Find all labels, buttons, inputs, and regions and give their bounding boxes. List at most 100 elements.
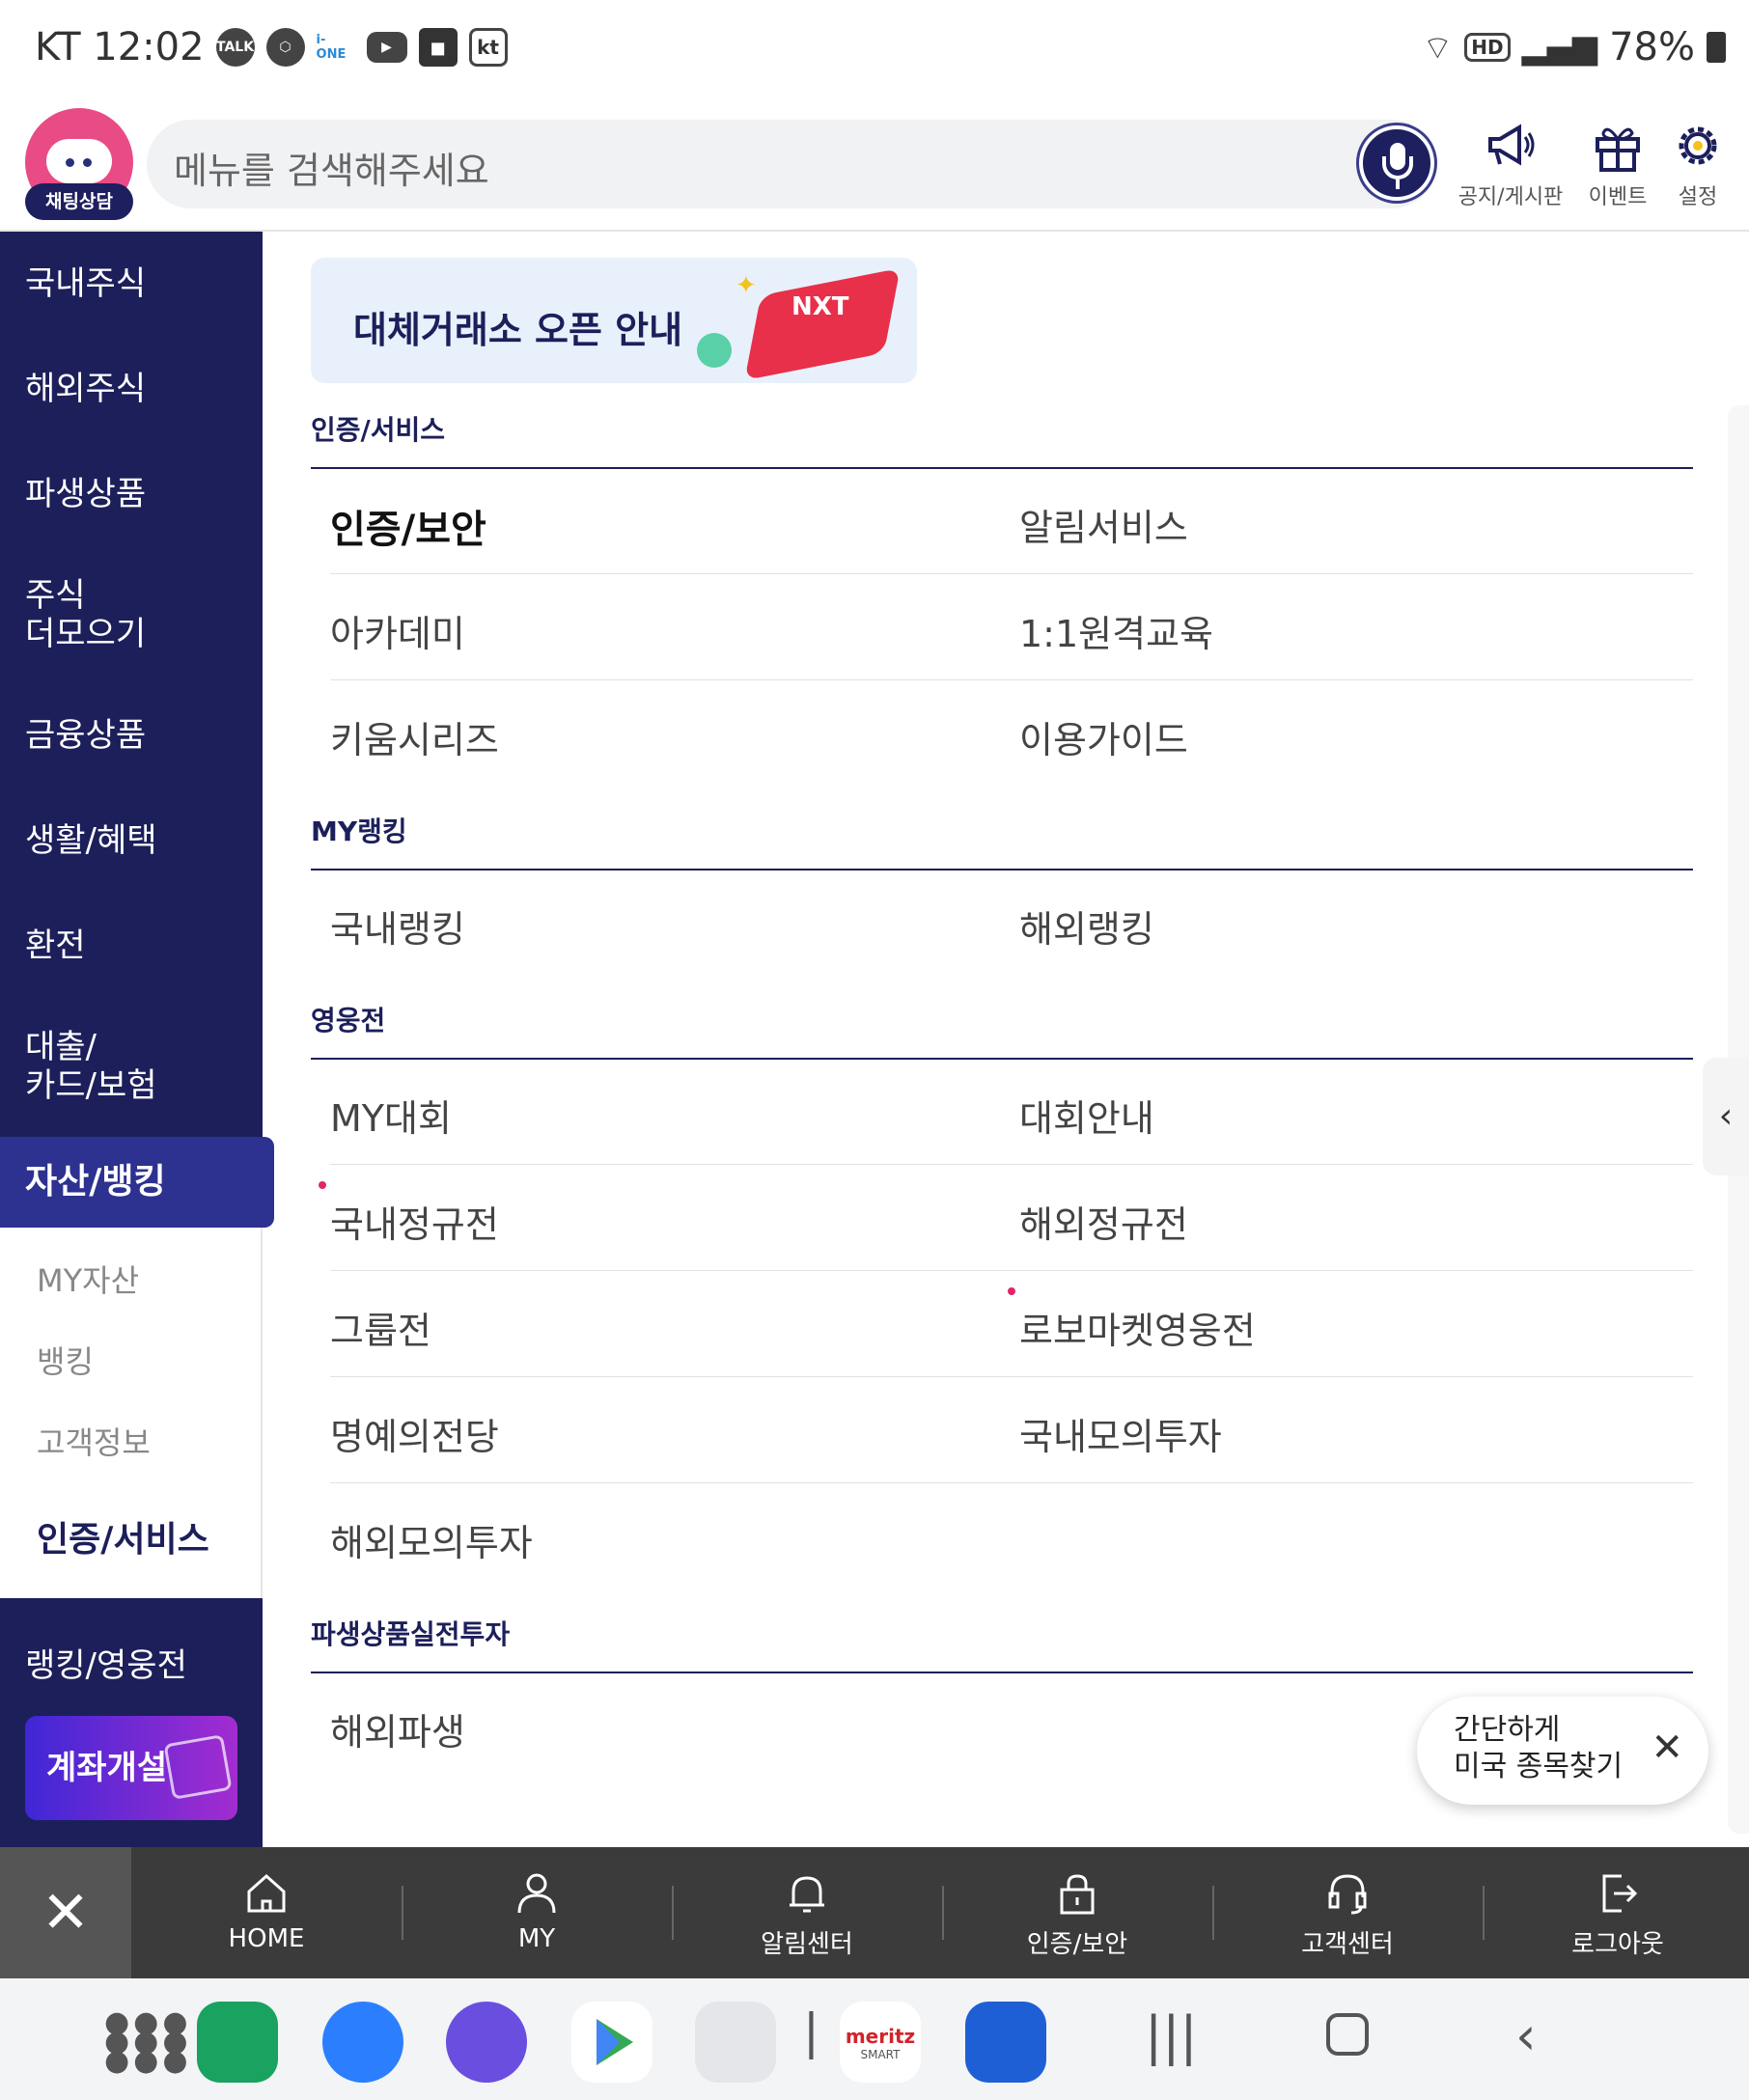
youtube-icon: ▶ <box>366 32 407 63</box>
megaphone-icon <box>1488 124 1535 166</box>
section-divider <box>311 1672 1693 1673</box>
sidebar-submenu: MY자산 뱅킹 고객정보 인증/서비스 <box>0 1228 263 1598</box>
nav-alert-center[interactable]: 알림센터 <box>672 1847 942 1978</box>
menu-kiwoom-series[interactable]: 키움시리즈 <box>330 710 499 763</box>
nav-auth-security[interactable]: 인증/보안 <box>942 1847 1212 1978</box>
menu-alert-service[interactable]: 알림서비스 <box>1019 498 1188 551</box>
nav-customer-label: 고객센터 <box>1301 1930 1394 1959</box>
status-bar: KT 12:02 TALK ⬡ i-ONE ▶ ◼ kt ⌔ HD ▂▄▆ 78… <box>0 0 1749 104</box>
submenu-my-assets[interactable]: MY자산 <box>37 1257 139 1301</box>
nav-home[interactable]: HOME <box>131 1847 402 1978</box>
talk-icon: TALK <box>215 28 255 67</box>
us-stock-finder-popup[interactable]: 간단하게 미국 종목찾기 ✕ <box>1417 1697 1708 1805</box>
search-input[interactable]: 메뉴를 검색해주세요 <box>174 141 489 194</box>
nav-logout-label: 로그아웃 <box>1571 1930 1664 1959</box>
app-header: 채팅상담 메뉴를 검색해주세요 공지/게시판 이벤트 설정 <box>0 104 1749 232</box>
submenu-auth-service[interactable]: 인증/서비스 <box>37 1511 209 1561</box>
close-icon: ✕ <box>41 1879 91 1947</box>
sidebar-item-loan-card-insurance[interactable]: 대출/ 카드/보험 <box>0 1028 263 1105</box>
phone-app-icon[interactable] <box>197 2002 278 2083</box>
hexagon-app-icon: ⬡ <box>265 28 305 67</box>
close-icon[interactable]: ✕ <box>1651 1726 1683 1770</box>
chatbot-label: 채팅상담 <box>25 183 133 220</box>
submenu-customer-info[interactable]: 고객정보 <box>37 1419 151 1463</box>
sidebar-item-ranking[interactable]: 랭킹/영웅전 <box>0 1646 263 1685</box>
event-label: 이벤트 <box>1588 185 1648 209</box>
popup-line2: 미국 종목찾기 <box>1454 1750 1624 1783</box>
row-divider <box>330 1164 1693 1165</box>
signal-icon: ▂▄▆ <box>1521 28 1598 67</box>
meritz-smart-icon[interactable]: meritz SMART <box>840 2002 921 2083</box>
row-divider <box>330 1482 1693 1483</box>
apps-grid-icon[interactable]: ●●● ●●● ●●● <box>104 2008 192 2076</box>
category-sidebar: 국내주식 해외주식 파생상품 주식 더모으기 금융상품 생활/혜택 환전 대출/… <box>0 232 274 1847</box>
row-divider <box>330 1376 1693 1377</box>
menu-auth-security[interactable]: 인증/보안 <box>330 498 486 554</box>
nav-my[interactable]: MY <box>402 1847 672 1978</box>
sidebar-item-financial-products[interactable]: 금융상품 <box>0 716 263 755</box>
kiwoom-app-icon[interactable] <box>965 2002 1046 2083</box>
menu-foreign-mock[interactable]: 해외모의투자 <box>330 1513 533 1566</box>
sidebar-item-domestic-stock[interactable]: 국내주식 <box>0 264 263 303</box>
nav-customer-center[interactable]: 고객센터 <box>1212 1847 1483 1978</box>
home-button-icon[interactable] <box>1326 2013 1369 2056</box>
new-dot-icon <box>1008 1287 1015 1295</box>
menu-my-contest[interactable]: MY대회 <box>330 1089 452 1142</box>
menu-remote-education[interactable]: 1:1원격교육 <box>1019 604 1213 657</box>
notice-board-label: 공지/게시판 <box>1458 185 1564 209</box>
close-menu-button[interactable]: ✕ <box>0 1847 131 1978</box>
menu-hall-of-fame[interactable]: 명예의전당 <box>330 1407 499 1460</box>
home-icon <box>247 1873 286 1913</box>
submenu-banking[interactable]: 뱅킹 <box>37 1338 94 1382</box>
clover-icon <box>697 333 732 368</box>
nxt-banner[interactable]: 대체거래소 오픈 안내 ✦ NXT <box>311 258 917 383</box>
nav-my-label: MY <box>517 1924 556 1953</box>
menu-robo-market[interactable]: 로보마켓영웅전 <box>1019 1301 1256 1354</box>
sidebar-item-foreign-stock[interactable]: 해외주식 <box>0 370 263 408</box>
menu-group-contest[interactable]: 그룹전 <box>330 1301 431 1354</box>
event-button[interactable]: 이벤트 <box>1579 118 1656 210</box>
sidebar-item-stock-more[interactable]: 주식 더모으기 <box>0 576 263 653</box>
play-store-icon[interactable] <box>571 2002 652 2083</box>
sidebar-item-assets-banking[interactable]: 자산/뱅킹 <box>0 1137 274 1228</box>
clock-carrier: KT 12:02 <box>35 25 205 69</box>
open-account-button[interactable]: 계좌개설 <box>25 1716 237 1820</box>
messages-app-icon[interactable] <box>322 2002 403 2083</box>
gear-icon <box>1679 126 1717 165</box>
microphone-icon[interactable] <box>1359 125 1434 201</box>
sidebar-item-exchange[interactable]: 환전 <box>0 926 263 965</box>
menu-domestic-ranking[interactable]: 국내랭킹 <box>330 899 465 953</box>
back-icon[interactable]: ‹ <box>1515 2005 1537 2066</box>
section-title-hero: 영웅전 <box>311 1005 386 1036</box>
row-divider <box>330 1270 1693 1271</box>
dock-divider: | <box>803 2003 819 2059</box>
lock-icon <box>1060 1874 1095 1915</box>
internet-app-icon[interactable] <box>446 2002 527 2083</box>
nav-logout[interactable]: 로그아웃 <box>1483 1847 1749 1978</box>
menu-academy[interactable]: 아카데미 <box>330 604 465 657</box>
menu-domestic-regular[interactable]: 국내정규전 <box>330 1195 499 1248</box>
notice-board-button[interactable]: 공지/게시판 <box>1458 118 1564 210</box>
sidebar-item-life-benefits[interactable]: 생활/혜택 <box>0 821 263 860</box>
bottom-nav: ✕ HOME MY 알림센터 인증/보안 고객센터 로그아웃 <box>0 1847 1749 1978</box>
side-panel-handle[interactable]: ‹ <box>1703 1058 1749 1175</box>
headset-icon <box>1328 1874 1367 1915</box>
logout-icon <box>1602 1874 1638 1913</box>
menu-user-guide[interactable]: 이용가이드 <box>1019 710 1188 763</box>
sidebar-item-derivatives[interactable]: 파생상품 <box>0 475 263 513</box>
meritz-sub-label: SMART <box>860 2048 901 2061</box>
search-bar[interactable]: 메뉴를 검색해주세요 <box>147 120 1436 208</box>
menu-foreign-derivatives[interactable]: 해외파생 <box>330 1702 465 1755</box>
menu-foreign-ranking[interactable]: 해외랭킹 <box>1019 899 1154 953</box>
chatbot-button[interactable]: 채팅상담 <box>25 108 133 220</box>
menu-foreign-regular[interactable]: 해외정규전 <box>1019 1195 1188 1248</box>
recent-apps-icon[interactable]: ||| <box>1145 2005 1198 2066</box>
section-title-auth-service: 인증/서비스 <box>311 414 446 446</box>
section-title-derivatives-real: 파생상품실전투자 <box>311 1618 511 1650</box>
settings-button[interactable]: 설정 <box>1664 118 1732 210</box>
menu-contest-info[interactable]: 대회안내 <box>1019 1089 1154 1142</box>
menu-domestic-mock[interactable]: 국내모의투자 <box>1019 1407 1222 1460</box>
banner-text: 대체거래소 오픈 안내 <box>353 309 683 351</box>
folder-icon[interactable] <box>695 2002 776 2083</box>
hd-badge: HD <box>1464 33 1511 62</box>
